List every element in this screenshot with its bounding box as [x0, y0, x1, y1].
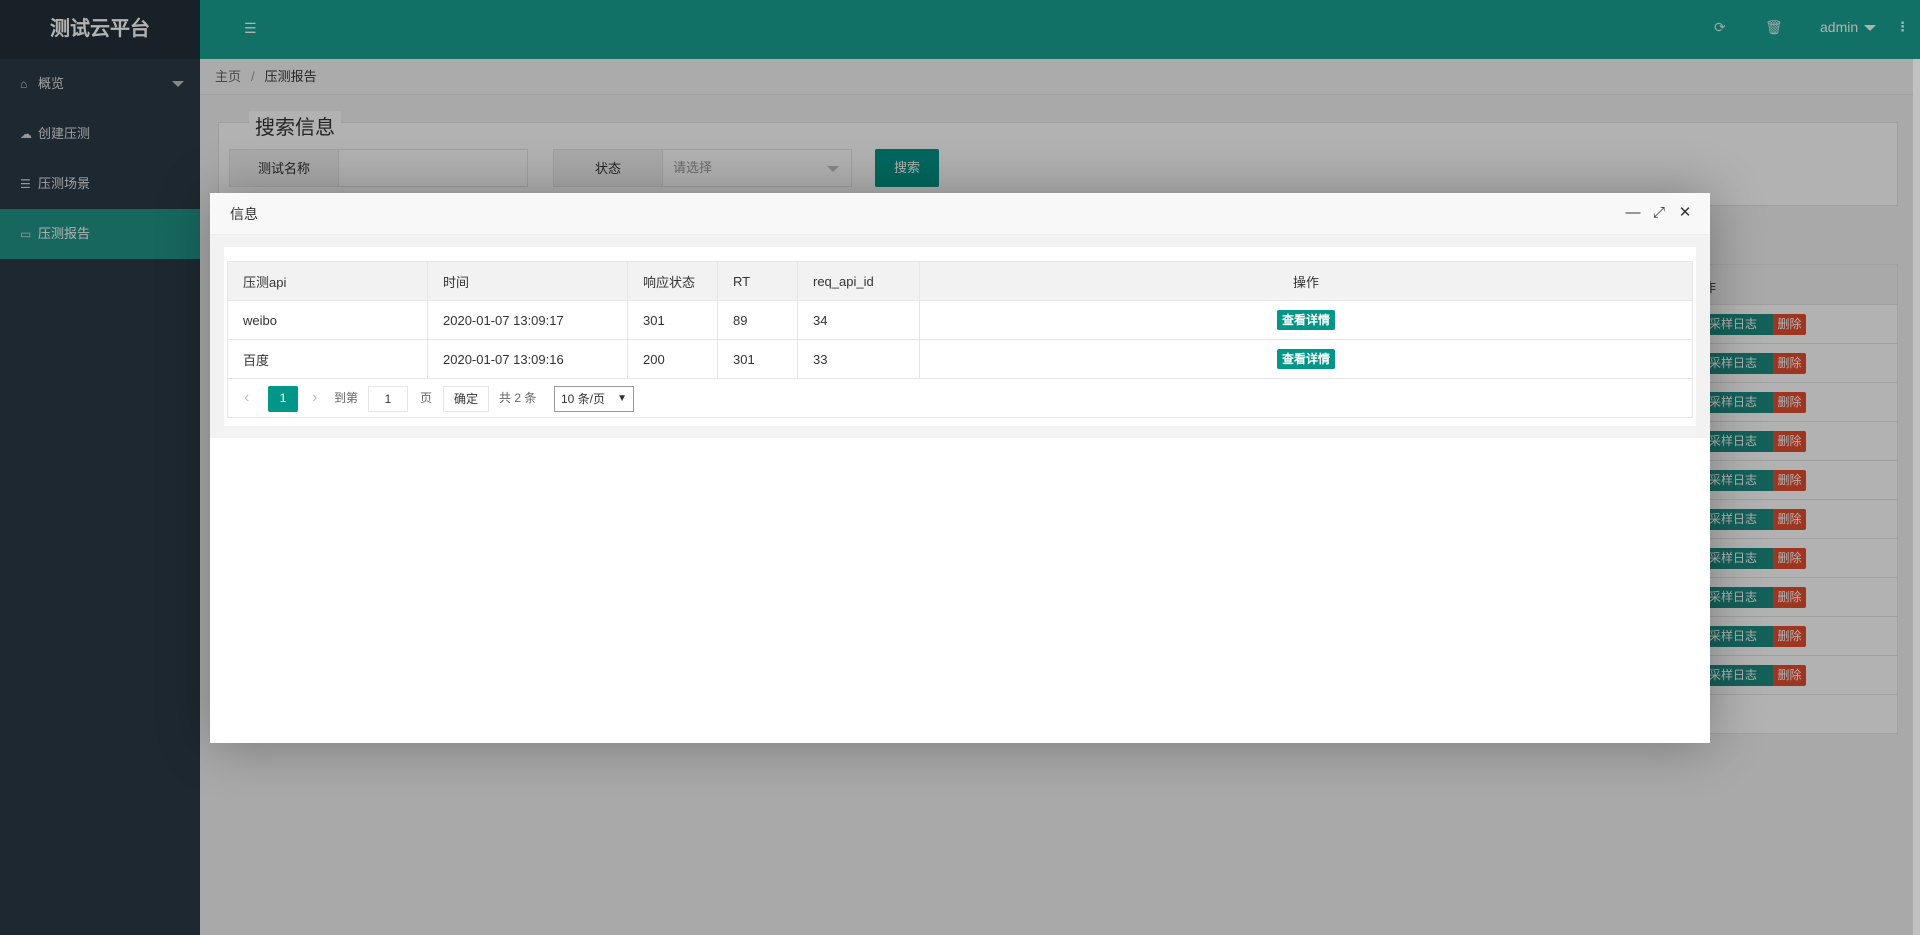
- table-cell: 34: [797, 300, 920, 340]
- page-size-select[interactable]: 10 条/页 ▼: [554, 386, 634, 412]
- detail-table: 压测api 时间 响应状态 RT req_api_id 操作 weibo 202…: [227, 261, 1693, 379]
- column-header: 时间: [427, 261, 628, 301]
- minimize-icon[interactable]: —: [1625, 205, 1641, 221]
- table-cell: 33: [797, 339, 920, 379]
- table-cell: 89: [717, 300, 798, 340]
- table-cell: 2020-01-07 13:09:16: [427, 339, 628, 379]
- close-icon[interactable]: ✕: [1677, 205, 1693, 221]
- table-cell: 百度: [227, 339, 428, 379]
- column-header: 操作: [919, 261, 1693, 301]
- modal-body: 压测api 时间 响应状态 RT req_api_id 操作 weibo 202…: [210, 235, 1710, 438]
- current-page[interactable]: 1: [268, 386, 298, 412]
- confirm-button[interactable]: 确定: [443, 386, 489, 412]
- scrollbar[interactable]: [1913, 59, 1920, 935]
- table-cell: weibo: [227, 300, 428, 340]
- table-row: weibo 2020-01-07 13:09:17 301 89 34 查看详情: [227, 300, 1693, 340]
- table-cell: 2020-01-07 13:09:17: [427, 300, 628, 340]
- next-page-icon[interactable]: ›: [312, 386, 317, 412]
- table-cell: 301: [627, 300, 718, 340]
- page-size-value: 10 条/页: [561, 392, 606, 406]
- column-header: 压测api: [227, 261, 428, 301]
- table-cell: 查看详情: [919, 339, 1693, 379]
- maximize-icon[interactable]: ⤢: [1651, 205, 1667, 221]
- table-header-row: 压测api 时间 响应状态 RT req_api_id 操作: [227, 261, 1693, 301]
- total-count: 共 2 条: [499, 391, 537, 405]
- info-modal: 信息 — ⤢ ✕ 压测api 时间 响应状态 RT req_api_id 操作: [210, 193, 1710, 743]
- goto-page-input[interactable]: 1: [368, 386, 408, 412]
- table-cell: 301: [717, 339, 798, 379]
- prev-page-icon[interactable]: ‹: [244, 386, 249, 412]
- table-cell: 查看详情: [919, 300, 1693, 340]
- view-detail-button[interactable]: 查看详情: [1276, 310, 1335, 330]
- modal-title: 信息: [230, 206, 258, 222]
- chevron-down-icon: ▼: [617, 393, 627, 404]
- pagination: ‹ 1 › 到第 1 页 确定 共 2 条 10 条/页 ▼: [227, 378, 1693, 418]
- page-suffix: 页: [420, 391, 433, 405]
- table-row: 百度 2020-01-07 13:09:16 200 301 33 查看详情: [227, 339, 1693, 379]
- table-cell: 200: [627, 339, 718, 379]
- detail-panel: 压测api 时间 响应状态 RT req_api_id 操作 weibo 202…: [224, 247, 1696, 426]
- goto-label: 到第: [334, 391, 359, 405]
- column-header: req_api_id: [797, 261, 920, 301]
- column-header: 响应状态: [627, 261, 718, 301]
- column-header: RT: [717, 261, 798, 301]
- view-detail-button[interactable]: 查看详情: [1276, 349, 1335, 369]
- modal-title-bar: 信息 — ⤢ ✕: [210, 193, 1710, 235]
